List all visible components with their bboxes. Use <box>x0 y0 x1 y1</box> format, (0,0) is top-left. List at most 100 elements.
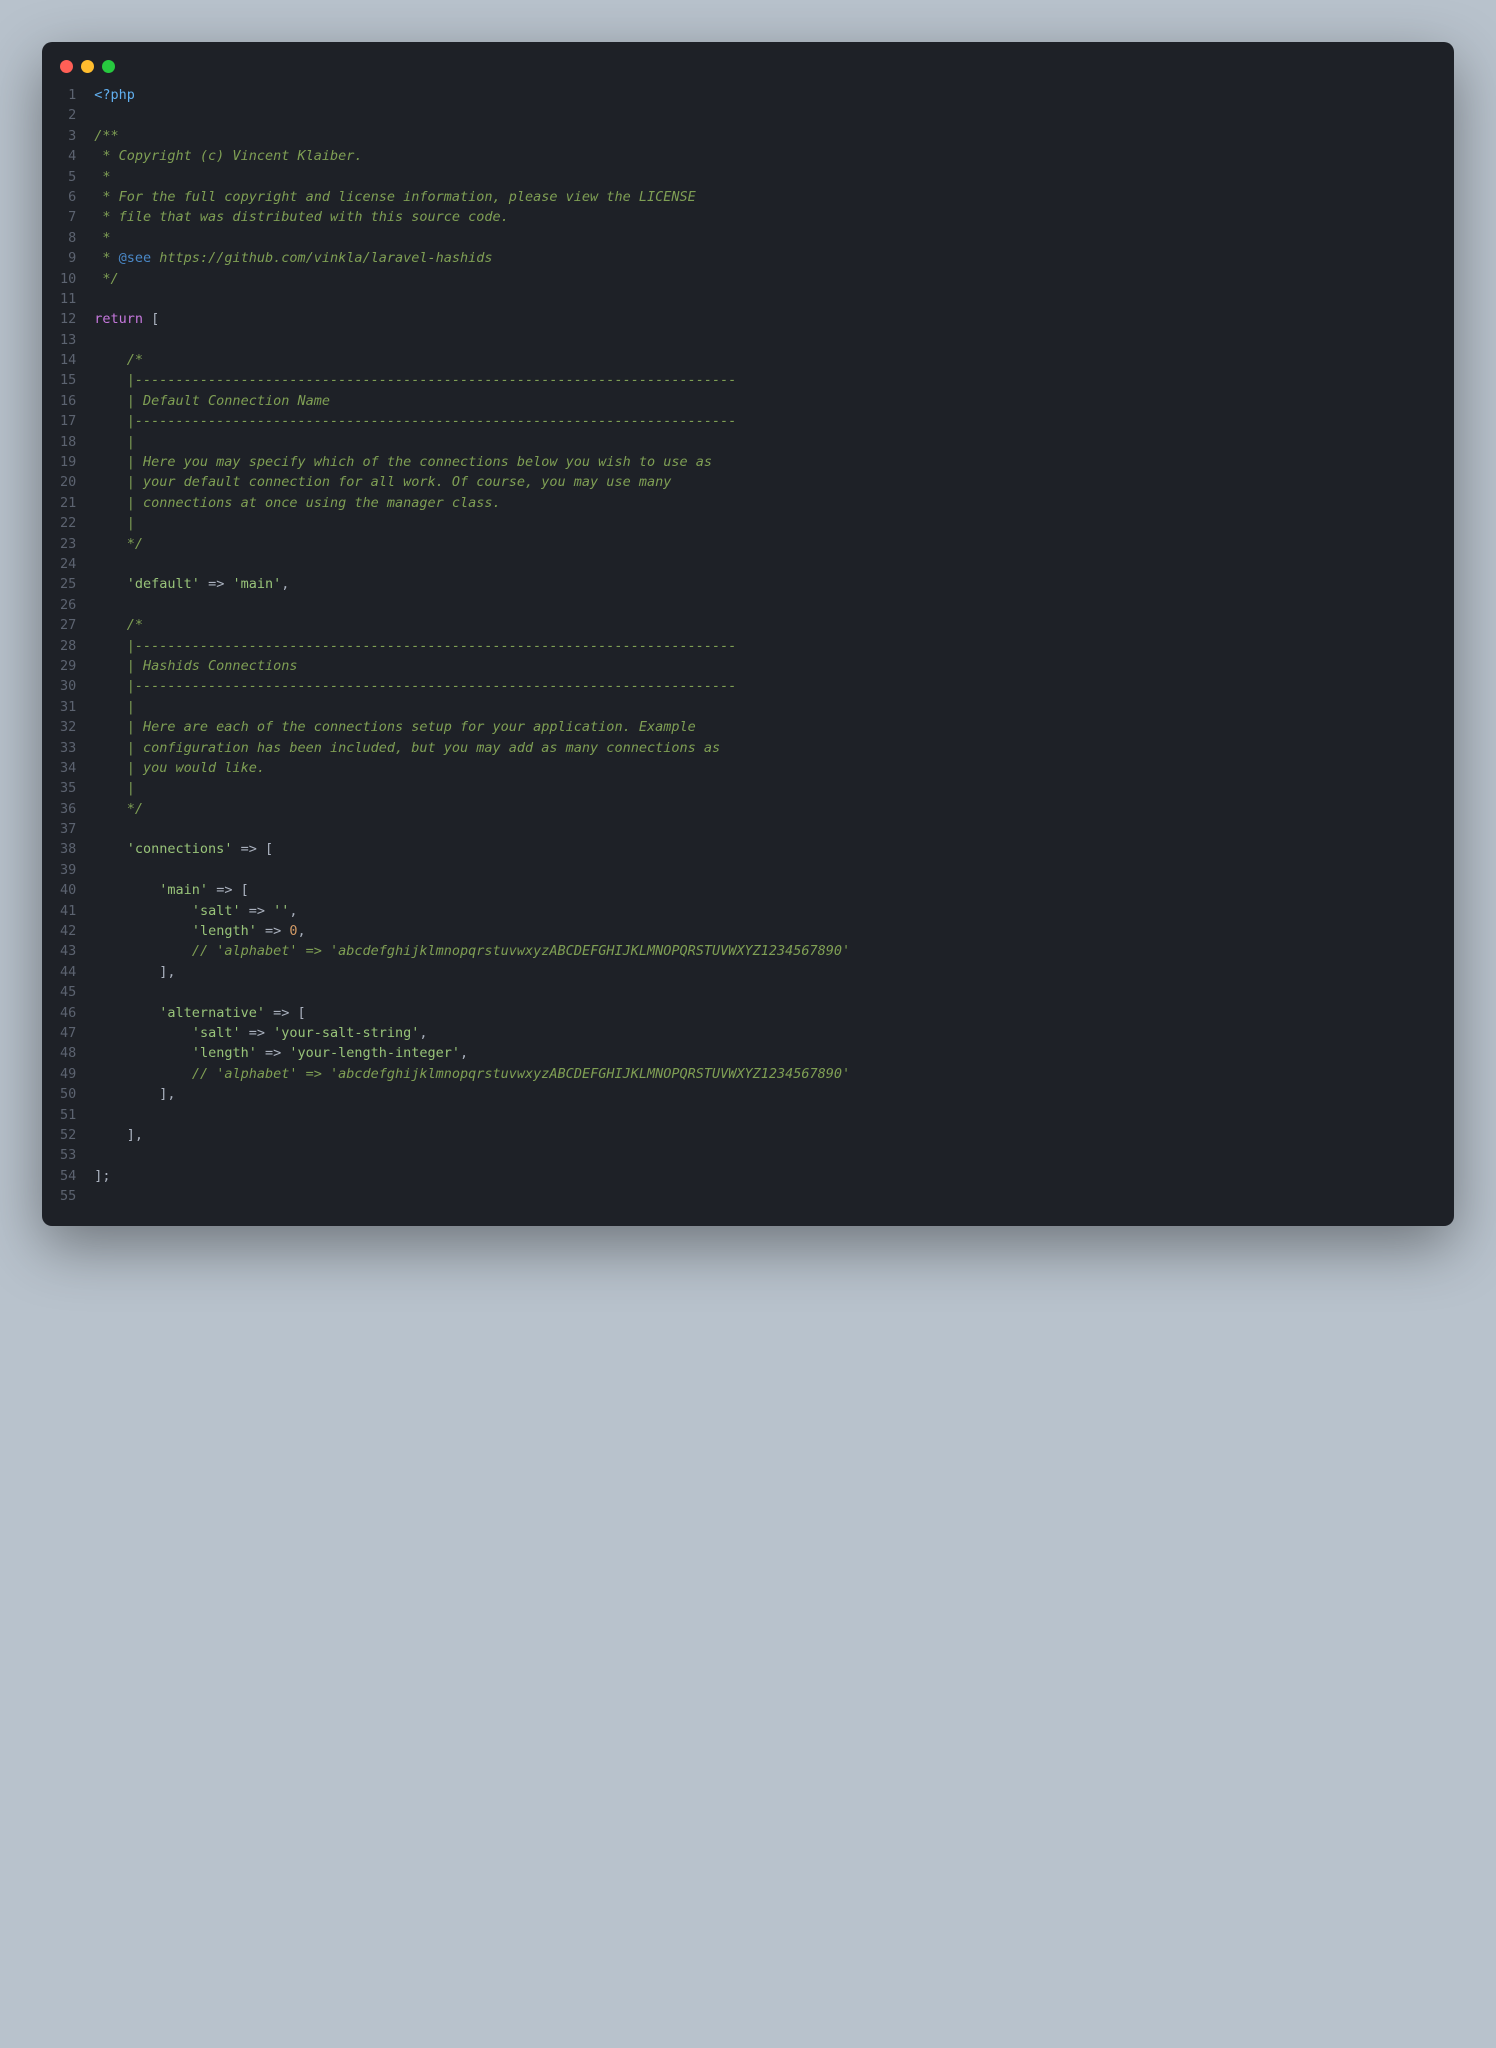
token-punct: ], <box>94 1086 175 1102</box>
code-line: */ <box>94 534 1436 554</box>
line-number: 36 <box>60 799 76 819</box>
window-title-bar <box>42 42 1454 85</box>
code-line: */ <box>94 799 1436 819</box>
token-punct <box>94 841 127 857</box>
code-line <box>94 982 1436 1002</box>
code-content[interactable]: <?php/** * Copyright (c) Vincent Klaiber… <box>94 85 1436 1206</box>
token-string: 'your-length-integer' <box>289 1045 460 1061</box>
token-punct <box>94 576 127 592</box>
token-arrow: => <box>241 903 274 919</box>
token-comment: | Here are each of the connections setup… <box>94 719 695 735</box>
code-line: | <box>94 513 1436 533</box>
code-line: 'alternative' => [ <box>94 1003 1436 1023</box>
line-number: 13 <box>60 330 76 350</box>
token-punct: , <box>298 923 306 939</box>
line-number: 48 <box>60 1043 76 1063</box>
code-line <box>94 289 1436 309</box>
code-line: |---------------------------------------… <box>94 370 1436 390</box>
line-number: 28 <box>60 636 76 656</box>
line-number: 23 <box>60 534 76 554</box>
code-line: 'connections' => [ <box>94 839 1436 859</box>
code-line: | configuration has been included, but y… <box>94 738 1436 758</box>
line-number: 31 <box>60 697 76 717</box>
code-line: * <box>94 167 1436 187</box>
token-punct: [ <box>241 882 249 898</box>
line-number: 10 <box>60 269 76 289</box>
token-string: 'main' <box>232 576 281 592</box>
token-line-comment: // 'alphabet' => 'abcdefghijklmnopqrstuv… <box>192 1066 850 1082</box>
line-number: 15 <box>60 370 76 390</box>
token-punct: , <box>281 576 289 592</box>
code-line <box>94 595 1436 615</box>
line-number: 46 <box>60 1003 76 1023</box>
token-punct <box>94 903 192 919</box>
token-punct <box>94 923 192 939</box>
token-arrow: => <box>265 1005 298 1021</box>
code-line: | Default Connection Name <box>94 391 1436 411</box>
token-comment: /** <box>94 128 118 144</box>
line-number: 18 <box>60 432 76 452</box>
line-number: 54 <box>60 1166 76 1186</box>
line-number: 9 <box>60 248 76 268</box>
code-line: /* <box>94 615 1436 635</box>
token-comment: |---------------------------------------… <box>94 372 736 388</box>
token-comment: | Default Connection Name <box>94 393 330 409</box>
zoom-icon[interactable] <box>102 60 115 73</box>
line-number-gutter: 1234567891011121314151617181920212223242… <box>60 85 94 1206</box>
token-comment: /* <box>94 617 143 633</box>
token-punct <box>94 943 192 959</box>
line-number: 25 <box>60 574 76 594</box>
token-key: 'salt' <box>192 1025 241 1041</box>
code-line: */ <box>94 269 1436 289</box>
token-key: 'main' <box>159 882 208 898</box>
code-line: |---------------------------------------… <box>94 636 1436 656</box>
code-line: <?php <box>94 85 1436 105</box>
line-number: 21 <box>60 493 76 513</box>
token-comment: | <box>94 434 135 450</box>
line-number: 20 <box>60 472 76 492</box>
line-number: 51 <box>60 1105 76 1125</box>
code-line: | Here you may specify which of the conn… <box>94 452 1436 472</box>
token-comment: | Here you may specify which of the conn… <box>94 454 712 470</box>
minimize-icon[interactable] <box>81 60 94 73</box>
code-line: | <box>94 697 1436 717</box>
line-number: 27 <box>60 615 76 635</box>
token-comment: | <box>94 515 135 531</box>
token-comment: * Copyright (c) Vincent Klaiber. <box>94 148 362 164</box>
token-punct <box>94 1045 192 1061</box>
code-line <box>94 1105 1436 1125</box>
token-arrow: => <box>241 1025 274 1041</box>
token-punct: ]; <box>94 1168 110 1184</box>
close-icon[interactable] <box>60 60 73 73</box>
line-number: 14 <box>60 350 76 370</box>
token-punct: , <box>419 1025 427 1041</box>
token-comment: | configuration has been included, but y… <box>94 740 720 756</box>
token-doctag: @see <box>119 250 152 266</box>
code-line: /* <box>94 350 1436 370</box>
token-key: 'connections' <box>127 841 233 857</box>
code-line: ], <box>94 962 1436 982</box>
code-line: | <box>94 432 1436 452</box>
line-number: 44 <box>60 962 76 982</box>
token-key: 'length' <box>192 923 257 939</box>
line-number: 35 <box>60 778 76 798</box>
code-line: /** <box>94 126 1436 146</box>
code-line: return [ <box>94 309 1436 329</box>
line-number: 4 <box>60 146 76 166</box>
token-arrow: => <box>208 882 241 898</box>
code-line <box>94 330 1436 350</box>
token-punct: ], <box>94 1127 143 1143</box>
token-comment: */ <box>94 801 143 817</box>
token-comment: * <box>94 169 110 185</box>
line-number: 5 <box>60 167 76 187</box>
code-line: | connections at once using the manager … <box>94 493 1436 513</box>
token-comment: * For the full copyright and license inf… <box>94 189 695 205</box>
token-comment: /* <box>94 352 143 368</box>
code-line: * For the full copyright and license inf… <box>94 187 1436 207</box>
token-comment: |---------------------------------------… <box>94 413 736 429</box>
token-key: 'length' <box>192 1045 257 1061</box>
line-number: 52 <box>60 1125 76 1145</box>
line-number: 42 <box>60 921 76 941</box>
token-comment: https://github.com/vinkla/laravel-hashid… <box>151 250 492 266</box>
line-number: 1 <box>60 85 76 105</box>
